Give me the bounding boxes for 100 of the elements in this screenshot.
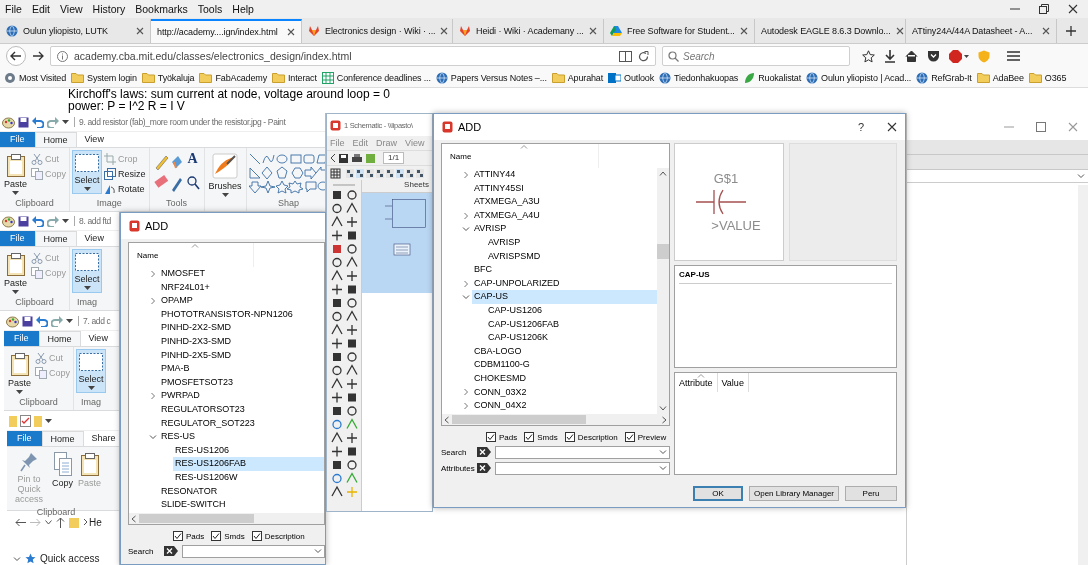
path-segment[interactable]: He	[89, 516, 102, 528]
checkbox[interactable]	[624, 432, 635, 442]
checkbox[interactable]	[564, 432, 575, 442]
tree-item[interactable]: NRF24L01+	[159, 280, 324, 295]
column-header[interactable]: Name	[450, 151, 472, 161]
browser-tab[interactable]: ATtiny24A/44A Datasheet - A...	[906, 19, 1057, 43]
bookmark-link[interactable]: Apurahat	[551, 72, 604, 83]
caret-icon[interactable]	[87, 386, 95, 390]
close-icon[interactable]	[895, 27, 904, 35]
dropdown-icon[interactable]	[45, 519, 52, 525]
chevron-icon[interactable]	[83, 518, 88, 526]
tree-item[interactable]: REGULATOR_SOT223	[159, 416, 324, 431]
checkbox[interactable]	[251, 531, 262, 541]
menu-item[interactable]: View	[60, 3, 83, 15]
tree-item[interactable]: CONN_03X2	[472, 385, 657, 400]
reader-icon[interactable]	[619, 50, 632, 62]
tree-item[interactable]: RES-US1206FAB	[173, 457, 324, 471]
menu-item[interactable]: Edit	[31, 3, 50, 15]
caret-icon[interactable]	[16, 390, 23, 394]
address-field[interactable]: academy.cba.mit.edu/classes/electronics_design/index.html	[50, 46, 656, 66]
dialog-button[interactable]: OK	[692, 486, 743, 501]
tree-item[interactable]: PWRPAD	[159, 389, 324, 403]
dropdown-icon[interactable]	[62, 219, 69, 223]
plus-icon[interactable]	[1065, 25, 1077, 37]
close-icon[interactable]	[1042, 27, 1050, 35]
scrollbar[interactable]	[442, 414, 669, 425]
caret-icon[interactable]	[221, 193, 229, 197]
ribbon-tab[interactable]: Home	[41, 431, 84, 446]
tree-item[interactable]: CAP-US1206K	[486, 331, 657, 345]
caret-icon[interactable]	[12, 191, 19, 195]
ribbon-tab[interactable]: Home	[38, 331, 81, 346]
tree-item[interactable]: PHOTOTRANSISTOR-NPN1206	[159, 307, 324, 322]
ribbon-button[interactable]: Select	[76, 349, 107, 393]
save-icon[interactable]	[18, 116, 29, 128]
file-tab[interactable]: File	[4, 331, 39, 346]
browser-tab[interactable]: Free Software for Student...	[604, 19, 755, 43]
tree-item[interactable]: ATXMEGA_A4U	[472, 208, 657, 223]
checkbox[interactable]	[524, 432, 535, 442]
pocket-icon[interactable]	[927, 50, 940, 62]
column-header[interactable]: Name	[137, 250, 159, 260]
bookmark-link[interactable]: Tiedonhakuopas	[659, 71, 739, 84]
ribbon-tab[interactable]: View	[76, 132, 112, 147]
ribbon-button[interactable]: Select	[72, 249, 103, 293]
dropdown-icon[interactable]	[66, 319, 73, 323]
bookmark-link[interactable]: Outlook	[608, 71, 655, 84]
ribbon-tab[interactable]: View	[76, 231, 112, 246]
caret-icon[interactable]	[83, 286, 91, 290]
ribbon-tab[interactable]: Home	[34, 132, 77, 147]
tree-item[interactable]: CAP-US	[472, 290, 657, 304]
bookmark-link[interactable]: Interact	[272, 72, 317, 83]
caret-icon[interactable]	[45, 419, 52, 423]
browser-tab[interactable]: http://academy....ign/index.html	[151, 19, 302, 43]
tree-item[interactable]: CONN_04X2	[472, 399, 657, 413]
tree-item[interactable]: CHOKESMD	[472, 371, 657, 386]
tree-item[interactable]: AVRISPSMD	[486, 249, 657, 264]
tree-item[interactable]: RESONATOR	[159, 484, 324, 499]
undo-icon[interactable]	[32, 215, 44, 227]
ribbon-button[interactable]: Select	[72, 150, 103, 194]
ribbon-button[interactable]: Resize	[103, 167, 147, 180]
caret-icon[interactable]	[83, 187, 91, 191]
tree-item[interactable]: PMOSFETSOT23	[159, 375, 324, 390]
toolbar-drawing[interactable]	[330, 152, 376, 164]
bookmark-link[interactable]: Oulun yliopisto | Acad...	[806, 71, 912, 84]
tree-item[interactable]: PMA-B	[159, 362, 324, 376]
save-icon[interactable]	[22, 315, 33, 327]
bookmark-link[interactable]: AdaBee	[976, 72, 1024, 83]
browser-tab[interactable]: Heidi · Wiki · Academany ...	[453, 19, 604, 43]
scrollbar[interactable]	[129, 513, 324, 524]
text-icon[interactable]: A	[187, 151, 198, 167]
bookmark-link[interactable]: Most Visited	[4, 71, 67, 84]
tree-list[interactable]	[128, 242, 325, 525]
tree-item[interactable]: ATTINY45SI	[472, 181, 657, 196]
ribbon-button[interactable]: Brushes	[206, 150, 244, 200]
dropdown-icon[interactable]	[62, 120, 69, 124]
ribbon-tab[interactable]: Home	[34, 231, 77, 246]
download-icon[interactable]	[884, 49, 896, 63]
file-tab[interactable]: File	[0, 231, 35, 246]
ribbon-button[interactable]: Copy	[50, 449, 75, 491]
dialog-button[interactable]: Peru	[845, 486, 897, 501]
tree-item[interactable]: PINHD-2X3-SMD	[159, 334, 324, 349]
star-icon[interactable]	[862, 49, 875, 63]
bookmark-link[interactable]: FabAcademy	[199, 72, 267, 83]
stop-sign-icon[interactable]	[949, 49, 969, 63]
back-icon[interactable]	[15, 517, 26, 527]
caret-icon[interactable]	[12, 290, 19, 294]
tree-item[interactable]: CAP-US1206	[486, 303, 657, 318]
tree-item[interactable]: ATTINY44	[472, 168, 657, 182]
tree-item[interactable]: CBA-LOGO	[472, 344, 657, 359]
tree-item[interactable]: RES-US	[159, 430, 324, 444]
search-field[interactable]: Search	[662, 46, 850, 66]
column-header[interactable]: Value	[717, 373, 749, 392]
bookmark-link[interactable]: Ruokalistat	[743, 71, 802, 84]
column-header[interactable]: Attribute	[675, 373, 718, 392]
checkbox[interactable]	[211, 531, 222, 541]
scrollbar[interactable]	[657, 168, 669, 414]
browser-tab[interactable]: Autodesk EAGLE 8.6.3 Downlo...	[755, 19, 906, 43]
ribbon-button[interactable]: Paste	[2, 249, 29, 297]
tree-item[interactable]: CDBM1100-G	[472, 358, 657, 372]
menu-item[interactable]: Tools	[197, 3, 223, 15]
ribbon-button[interactable]: Rotate	[103, 182, 147, 195]
